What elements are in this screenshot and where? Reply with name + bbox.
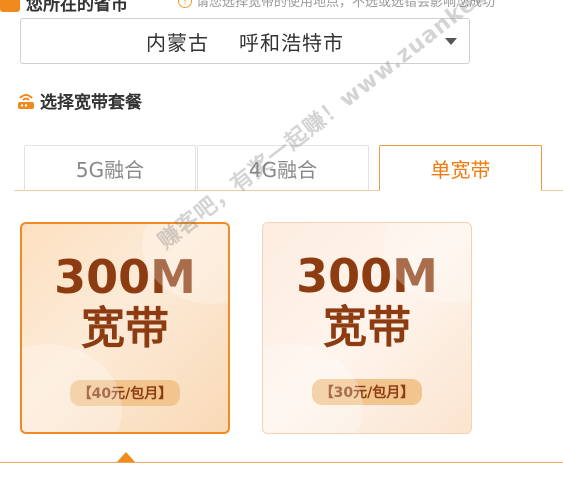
card-decoration <box>22 344 122 432</box>
card-decoration <box>263 343 363 433</box>
selection-pointer-icon <box>117 452 135 462</box>
info-icon: ! <box>178 0 192 8</box>
section-title: 选择宽带套餐 <box>40 93 142 113</box>
location-icon <box>0 0 20 12</box>
tab-broadband-only[interactable]: 单宽带 <box>379 145 542 191</box>
province-value: 内蒙古 <box>146 30 209 55</box>
bottom-divider <box>0 462 563 463</box>
province-label-text: 您所在的省市 <box>26 0 128 15</box>
section-heading: 选择宽带套餐 <box>16 88 142 113</box>
province-label: 您所在的省市 <box>0 0 128 15</box>
plan-card-40[interactable]: 300M 宽带 【40元/包月】 <box>20 222 230 434</box>
chevron-down-icon <box>445 38 457 45</box>
city-value: 呼和浩特市 <box>239 30 344 55</box>
plan-card-30[interactable]: 300M 宽带 【30元/包月】 <box>262 222 472 434</box>
tab-5g-bundle[interactable]: 5G融合 <box>24 145 196 190</box>
router-icon <box>16 92 36 110</box>
